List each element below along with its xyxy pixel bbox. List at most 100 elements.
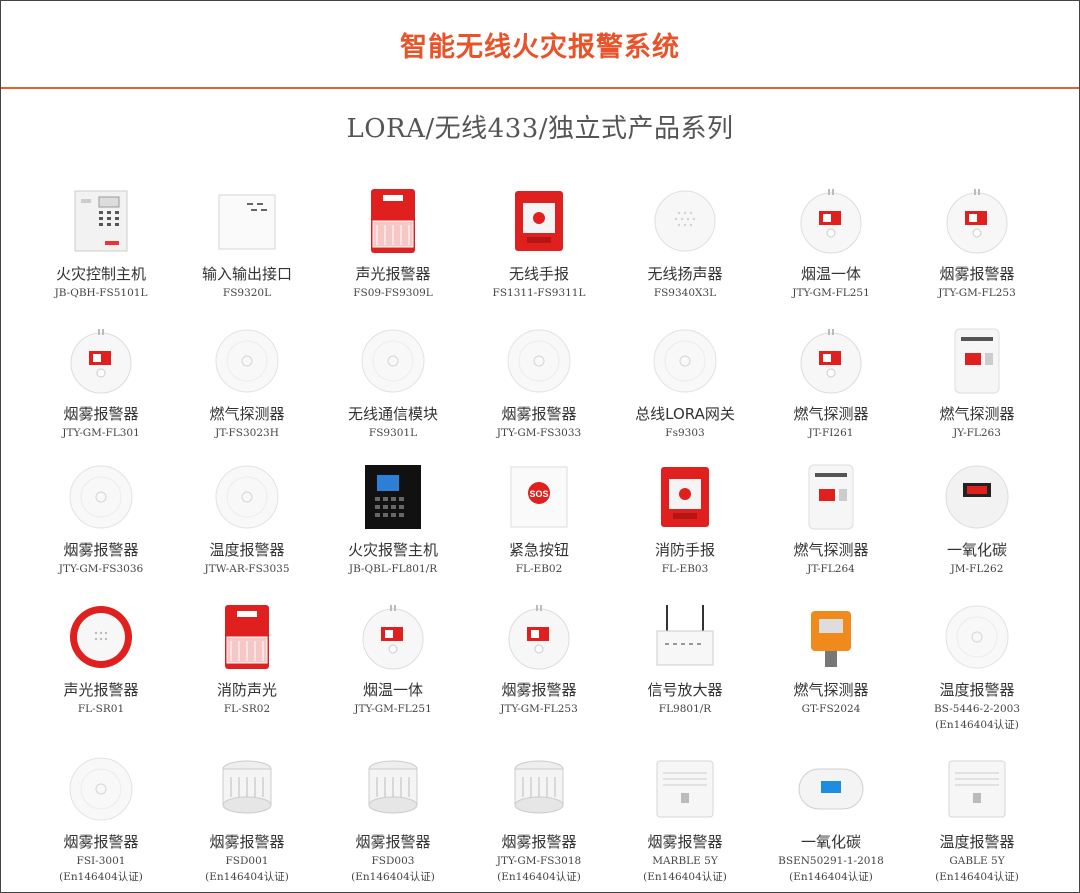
product-card: 输入输出接口 FS9320L: [174, 185, 320, 325]
product-card: 温度报警器 JTW-AR-FS3035: [174, 461, 320, 601]
product-model: FL-SR01: [77, 703, 125, 715]
product-card: 烟雾报警器 JTY-GM-FL301: [28, 325, 174, 461]
product-model: BS-5446-2-2003: [933, 703, 1021, 715]
product-model: FL-EB03: [661, 563, 709, 575]
product-card: 消防声光 FL-SR02: [174, 601, 320, 753]
product-certification: (En146404认证): [935, 719, 1019, 731]
product-model: JTY-GM-FL251: [792, 287, 870, 299]
product-card: 烟雾报警器 JTY-GM-FL253: [466, 601, 612, 753]
product-name: 燃气探测器: [793, 541, 869, 559]
product-name: 紧急按钮: [508, 541, 569, 559]
sos-button-icon: SOS: [503, 461, 575, 533]
gas-detector-box-icon: [795, 461, 867, 533]
round-detector-icon: [357, 325, 429, 397]
product-card: 无线通信模块 FS9301L: [320, 325, 466, 461]
product-card: 燃气探测器 JT-FS3023H: [174, 325, 320, 461]
round-detector-icon: [503, 325, 575, 397]
product-name: 烟雾报警器: [647, 833, 723, 851]
product-name: 声光报警器: [355, 265, 431, 283]
product-model: JTW-AR-FS3035: [204, 563, 290, 575]
product-model: JTY-GM-FS3033: [496, 427, 582, 439]
product-name: 消防声光: [216, 681, 277, 699]
product-card: 烟雾报警器 FSD003 (En146404认证): [320, 753, 466, 893]
product-card: 烟雾报警器 MARBLE 5Y (En146404认证): [612, 753, 758, 893]
oval-co-detector-icon: [795, 753, 867, 825]
product-model: JT-FI261: [808, 427, 854, 439]
round-siren-icon: [65, 601, 137, 673]
product-card: 燃气探测器 JT-FL264: [758, 461, 904, 601]
gas-detector-box-icon: [941, 325, 1013, 397]
smoke-detector-icon: [795, 185, 867, 257]
product-model: JB-QBL-FL801/R: [348, 563, 438, 575]
product-name: 烟温一体: [800, 265, 861, 283]
product-name: 温度报警器: [209, 541, 285, 559]
smoke-detector-icon: [503, 601, 575, 673]
header: 智能无线火灾报警系统: [1, 1, 1079, 89]
product-model: FS09-FS9309L: [353, 287, 433, 299]
product-certification: (En146404认证): [643, 871, 727, 883]
product-certification: (En146404认证): [205, 871, 289, 883]
product-card: 烟温一体 JTY-GM-FL251: [320, 601, 466, 753]
product-card: 声光报警器 FL-SR01: [28, 601, 174, 753]
product-model: JTY-GM-FL253: [938, 287, 1016, 299]
product-name: 烟雾报警器: [355, 833, 431, 851]
product-name: 烟雾报警器: [501, 681, 577, 699]
product-model: MARBLE 5Y: [652, 855, 718, 867]
alarm-host-icon: [357, 461, 429, 533]
product-name: 火灾报警主机: [347, 541, 438, 559]
product-model: JTY-GM-FL251: [354, 703, 432, 715]
product-model: FS1311-FS9311L: [492, 287, 586, 299]
product-name: 总线LORA网关: [635, 405, 735, 423]
smoke-detector-icon: [795, 325, 867, 397]
product-model: JTY-GM-FS3018: [496, 855, 582, 867]
product-model: FS9340X3L: [653, 287, 717, 299]
manual-call-point-icon: [649, 461, 721, 533]
product-certification: (En146404认证): [497, 871, 581, 883]
smoke-detector-icon: [65, 325, 137, 397]
page-title: 智能无线火灾报警系统: [400, 31, 680, 63]
product-card: 火灾控制主机 JB-QBH-FS5101L: [28, 185, 174, 325]
product-model: FS9301L: [368, 427, 418, 439]
product-model: GT-FS2024: [801, 703, 861, 715]
product-card: 烟雾报警器 JTY-GM-FS3036: [28, 461, 174, 601]
product-card: 声光报警器 FS09-FS9309L: [320, 185, 466, 325]
product-name: 一氧化碳: [946, 541, 1007, 559]
product-model: FL-SR02: [223, 703, 271, 715]
round-detector-icon: [941, 601, 1013, 673]
square-detector-icon: [941, 753, 1013, 825]
product-model: GABLE 5Y: [949, 855, 1005, 867]
product-certification: (En146404认证): [351, 871, 435, 883]
cylinder-detector-icon: [357, 753, 429, 825]
product-model: FL-EB02: [515, 563, 563, 575]
red-strobe-icon: [211, 601, 283, 673]
product-card: SOS 紧急按钮 FL-EB02: [466, 461, 612, 601]
round-detector-icon: [65, 753, 137, 825]
product-model: JTY-GM-FS3036: [58, 563, 144, 575]
industrial-gas-detector-icon: [795, 601, 867, 673]
product-card: 火灾报警主机 JB-QBL-FL801/R: [320, 461, 466, 601]
product-model: FSD001: [225, 855, 269, 867]
product-card: 总线LORA网关 Fs9303: [612, 325, 758, 461]
product-grid: 火灾控制主机 JB-QBH-FS5101L 输入输出接口 FS9320L 声光报警器 FS…: [28, 185, 1052, 893]
round-detector-icon: [211, 461, 283, 533]
product-name: 燃气探测器: [939, 405, 1015, 423]
product-model: JB-QBH-FS5101L: [54, 287, 148, 299]
product-name: 烟雾报警器: [501, 405, 577, 423]
product-certification: (En146404认证): [59, 871, 143, 883]
product-card: 燃气探测器 GT-FS2024: [758, 601, 904, 753]
product-name: 烟雾报警器: [63, 541, 139, 559]
product-card: 烟雾报警器 JTY-GM-FS3018 (En146404认证): [466, 753, 612, 893]
product-model: FSD003: [371, 855, 415, 867]
product-model: FL9801/R: [658, 703, 712, 715]
product-name: 烟雾报警器: [501, 833, 577, 851]
product-model: FS9320L: [222, 287, 272, 299]
product-model: JY-FL263: [953, 427, 1001, 439]
product-model: JTY-GM-FL301: [62, 427, 140, 439]
product-name: 温度报警器: [939, 833, 1015, 851]
product-name: 火灾控制主机: [55, 265, 146, 283]
product-model: JT-FS3023H: [215, 427, 279, 439]
product-model: BSEN50291-1-2018: [778, 855, 884, 867]
product-name: 无线通信模块: [347, 405, 438, 423]
speaker-icon: [649, 185, 721, 257]
control-panel-icon: [65, 185, 137, 257]
